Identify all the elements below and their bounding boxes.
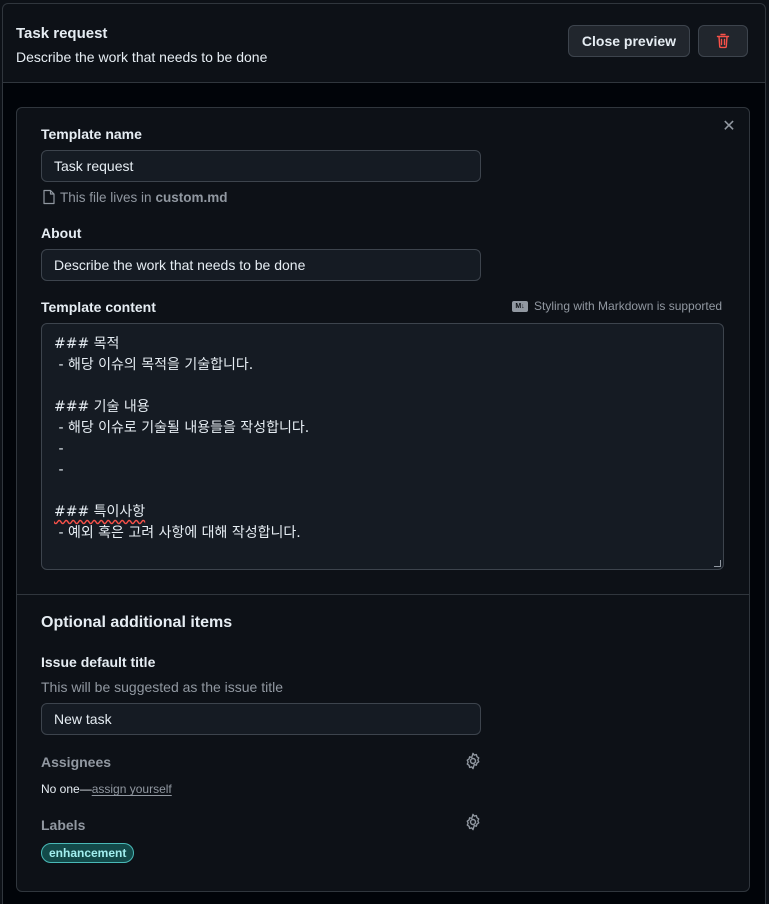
label-chip-enhancement[interactable]: enhancement <box>41 843 135 863</box>
issue-default-title-hint: This will be suggested as the issue titl… <box>41 679 284 695</box>
spellcheck-flagged-line: ### 특이사항 <box>54 504 146 520</box>
content-line: - <box>54 441 64 457</box>
template-content-label: Template content <box>41 299 156 315</box>
gear-icon[interactable] <box>464 813 482 831</box>
markdown-note-text: Styling with Markdown is supported <box>534 299 723 313</box>
file-icon <box>43 189 55 205</box>
content-line <box>54 481 711 502</box>
content-line: - <box>54 462 64 478</box>
content-line: - 예외 혹은 고려 사항에 대해 작성합니다. <box>54 525 301 541</box>
content-line: ### 기술 내용 <box>54 399 150 415</box>
section-divider <box>17 594 749 595</box>
template-subtitle: Describe the work that needs to be done <box>16 49 268 65</box>
resize-handle[interactable] <box>714 560 721 567</box>
content-line: - 해당 이슈로 기술될 내용들을 작성합니다. <box>54 420 310 436</box>
trash-icon <box>716 33 730 49</box>
assignees-value: No one—assign yourself <box>41 782 172 796</box>
template-content-textarea[interactable]: ### 목적 - 해당 이슈의 목적을 기술합니다. ### 기술 내용 - 해… <box>41 323 724 570</box>
about-input[interactable]: Describe the work that needs to be done <box>41 249 481 281</box>
file-note-prefix: This file lives in <box>60 189 152 205</box>
content-line <box>54 376 711 397</box>
assign-yourself-link[interactable]: assign yourself <box>92 782 172 796</box>
no-assignee-text: No one— <box>41 782 92 796</box>
markdown-support-note[interactable]: M↓ Styling with Markdown is supported <box>512 299 722 313</box>
file-location-note: This file lives in custom.md <box>42 189 228 205</box>
delete-template-button[interactable] <box>698 25 748 57</box>
close-preview-button[interactable]: Close preview <box>568 25 690 57</box>
template-name-label: Template name <box>41 126 142 142</box>
about-label: About <box>41 225 82 241</box>
issue-default-title-label: Issue default title <box>41 654 156 670</box>
assignees-label: Assignees <box>41 754 112 770</box>
close-icon[interactable]: ✕ <box>720 118 738 136</box>
gear-icon[interactable] <box>464 752 482 770</box>
markdown-icon: M↓ <box>512 300 528 312</box>
optional-items-heading: Optional additional items <box>41 614 233 631</box>
template-name-input[interactable]: Task request <box>41 150 481 182</box>
template-title: Task request <box>16 25 108 42</box>
file-note-filename: custom.md <box>155 189 228 205</box>
issue-default-title-input[interactable]: New task <box>41 703 481 735</box>
labels-label: Labels <box>41 817 86 833</box>
content-line: ### 목적 <box>54 336 120 352</box>
content-line-spellcheck: ### 특이사항 <box>54 502 711 523</box>
content-line: - 해당 이슈의 목적을 기술합니다. <box>54 357 254 373</box>
